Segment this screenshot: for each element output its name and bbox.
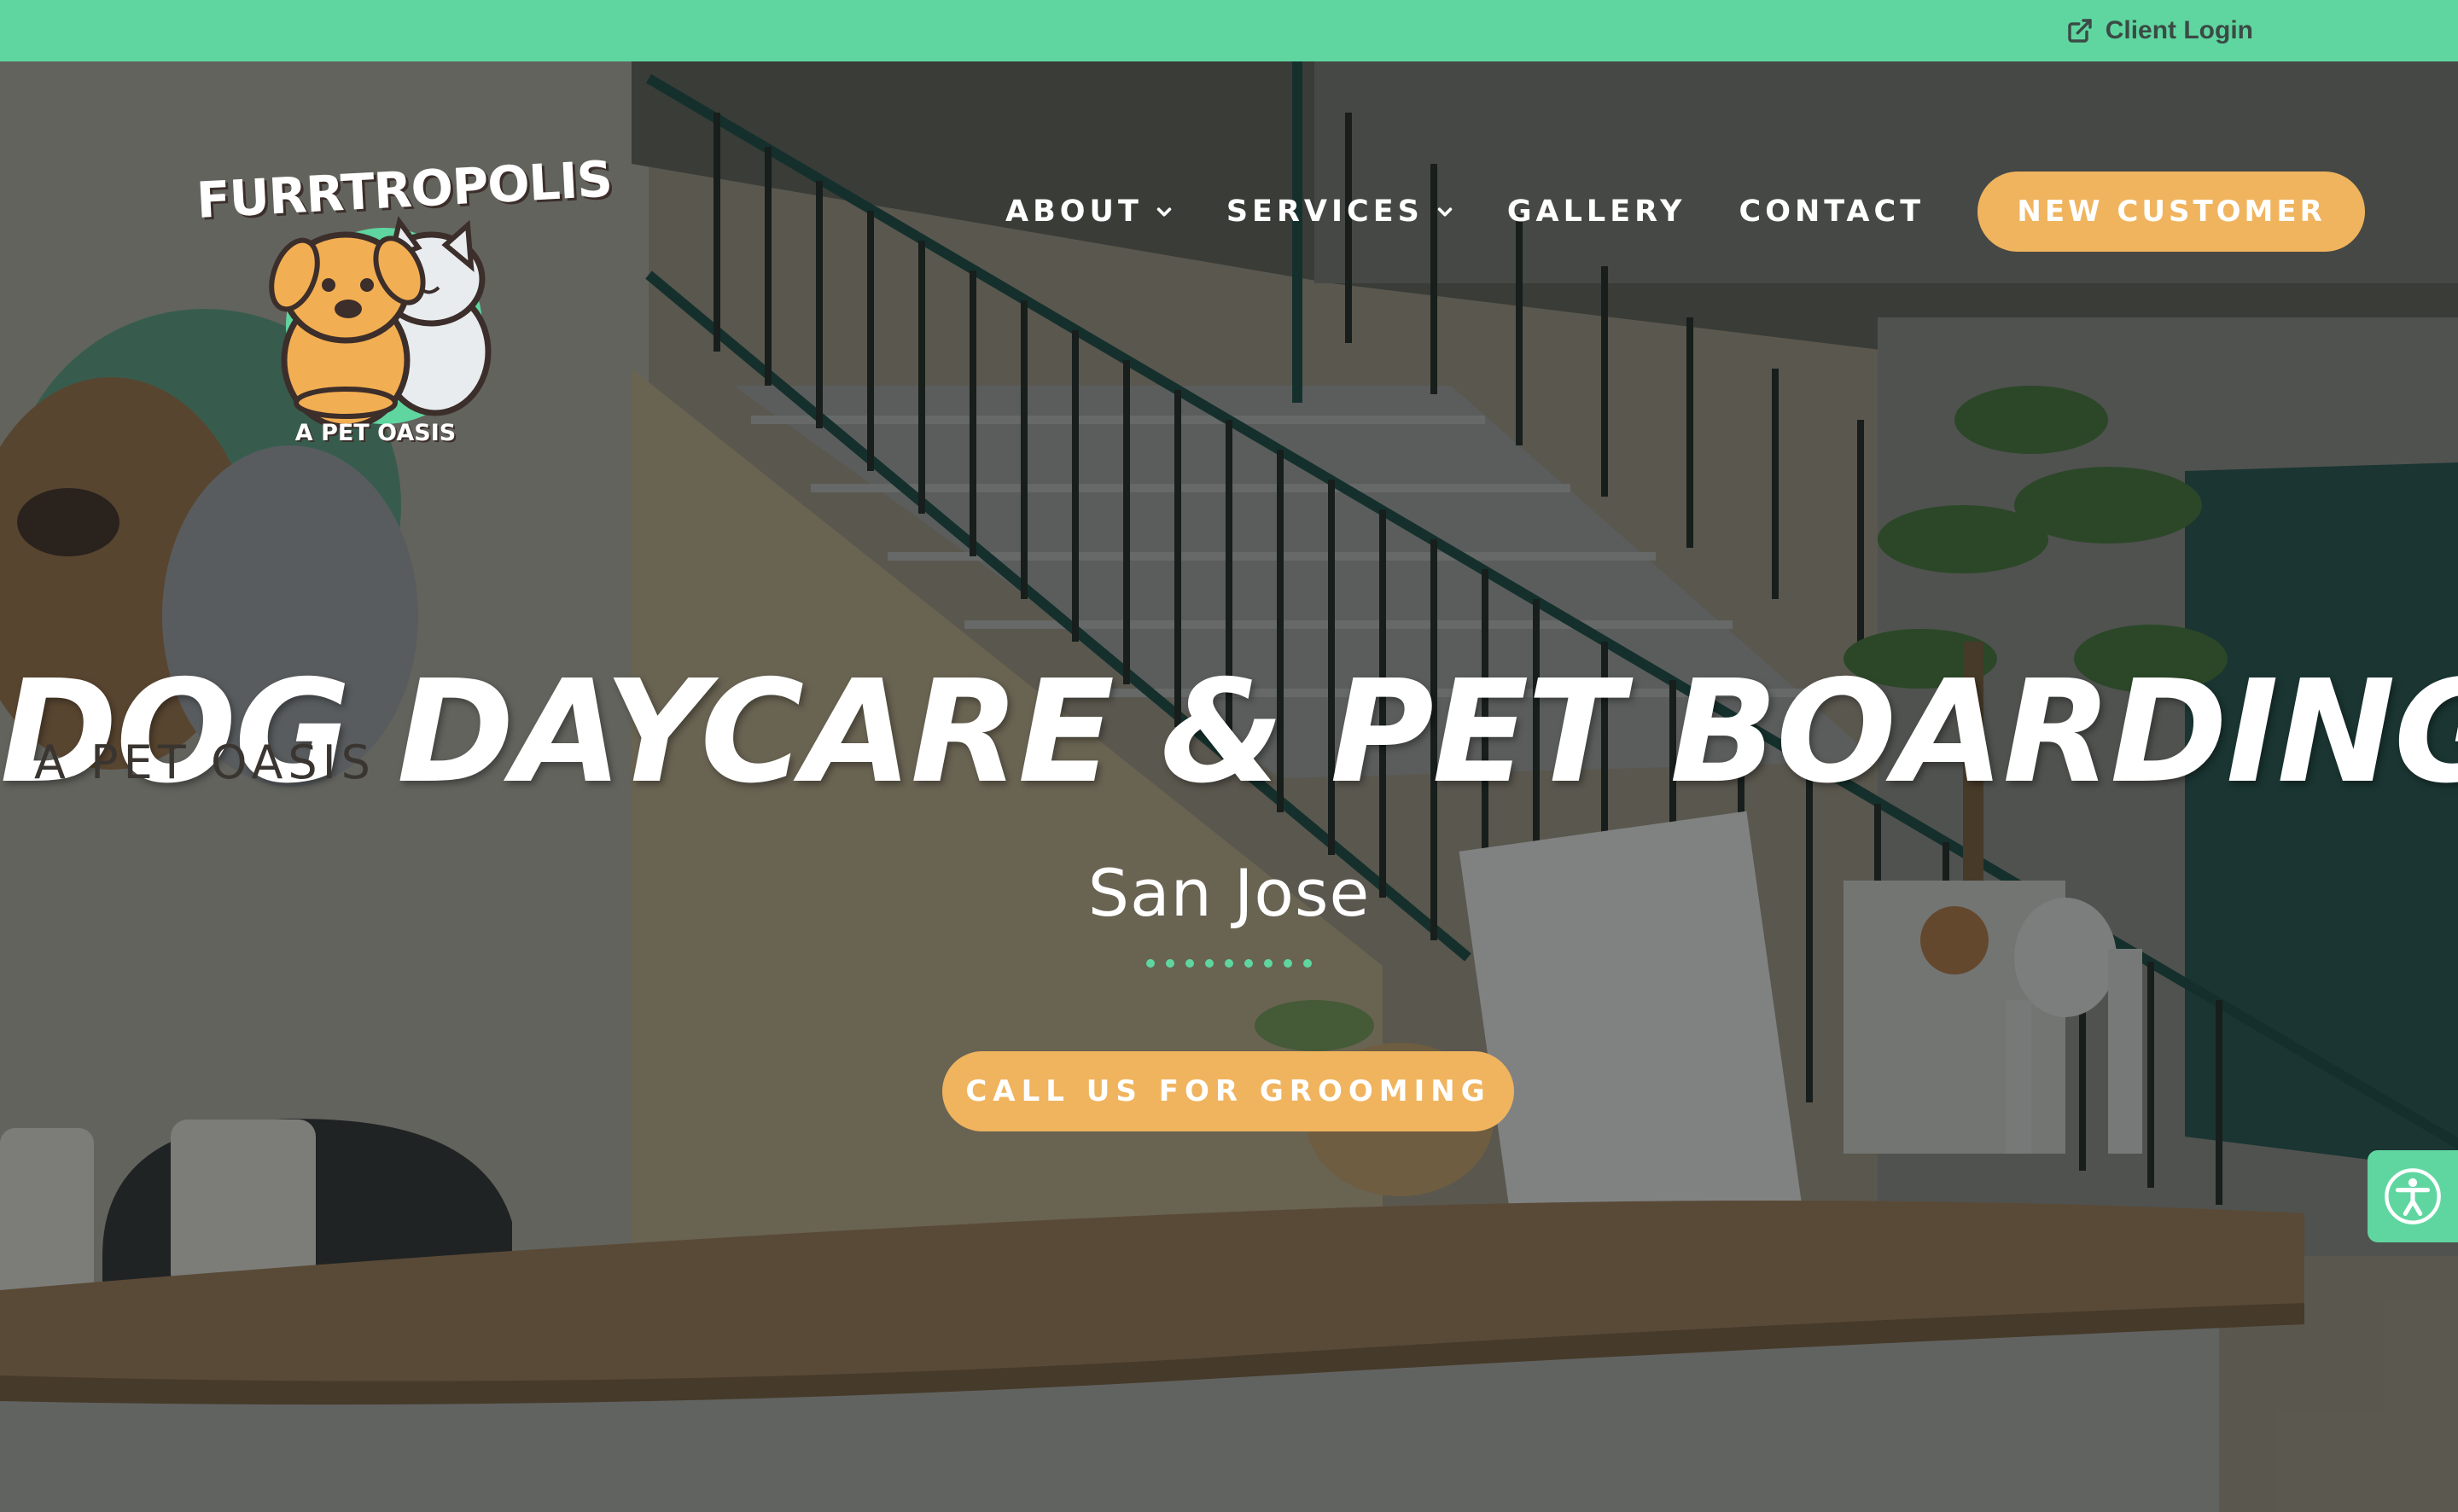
nav-item-label: GALLERY bbox=[1506, 195, 1686, 229]
nav-item-about[interactable]: ABOUT bbox=[1005, 195, 1174, 229]
client-login-link[interactable]: Client Login bbox=[2066, 0, 2253, 61]
main-navigation: ABOUT SERVICES GALLERY CONTACT NEW CUSTO… bbox=[1005, 171, 2366, 253]
chevron-down-icon bbox=[1437, 207, 1453, 217]
new-customer-button[interactable]: NEW CUSTOMER bbox=[1977, 172, 2366, 252]
nav-item-label: ABOUT bbox=[1005, 195, 1143, 229]
hero-headline: DOG DAYCARE & PET BOARDING bbox=[0, 650, 2458, 815]
logo-tagline: A PET OASIS bbox=[294, 420, 457, 446]
dotted-divider bbox=[1146, 959, 1312, 968]
accessibility-icon bbox=[2385, 1168, 2441, 1224]
top-bar: Client Login bbox=[0, 0, 2458, 61]
wall-sign-text: A PET OASIS bbox=[34, 736, 376, 789]
nav-item-label: CONTACT bbox=[1739, 195, 1925, 229]
nav-item-services[interactable]: SERVICES bbox=[1226, 195, 1454, 229]
call-for-grooming-button[interactable]: CALL US FOR GROOMING bbox=[942, 1051, 1514, 1131]
external-link-icon bbox=[2067, 19, 2092, 43]
hero-section: FURRTROPOLIS A PET OASIS ABOUT SERVICES … bbox=[0, 61, 2458, 1512]
logo-pets-illustration bbox=[269, 215, 492, 428]
hero-location: San Jose bbox=[1087, 855, 1371, 931]
client-login-label: Client Login bbox=[2105, 16, 2253, 44]
nav-item-contact[interactable]: CONTACT bbox=[1739, 195, 1925, 229]
nav-item-gallery[interactable]: GALLERY bbox=[1507, 195, 1686, 229]
site-logo[interactable]: FURRTROPOLIS A PET OASIS bbox=[195, 104, 614, 446]
chevron-down-icon bbox=[1156, 207, 1172, 217]
nav-item-label: SERVICES bbox=[1226, 195, 1424, 229]
accessibility-button[interactable] bbox=[2368, 1150, 2458, 1242]
